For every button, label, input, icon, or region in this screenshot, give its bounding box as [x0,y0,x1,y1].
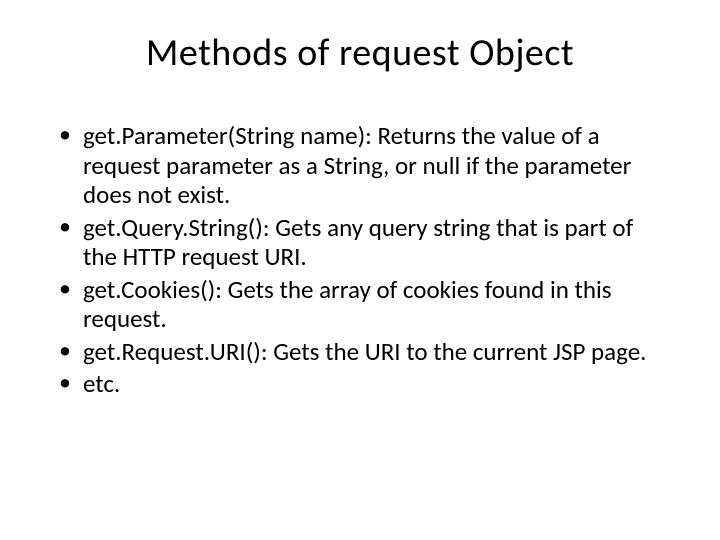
bullet-list: get.Parameter(String name): Returns the … [55,121,665,399]
list-item: get.Request.URI(): Gets the URI to the c… [55,337,665,367]
list-item: get.Query.String(): Gets any query strin… [55,213,665,272]
slide-title: Methods of request Object [55,30,665,76]
list-item: etc. [55,369,665,399]
list-item: get.Cookies(): Gets the array of cookies… [55,275,665,334]
list-item: get.Parameter(String name): Returns the … [55,121,665,210]
